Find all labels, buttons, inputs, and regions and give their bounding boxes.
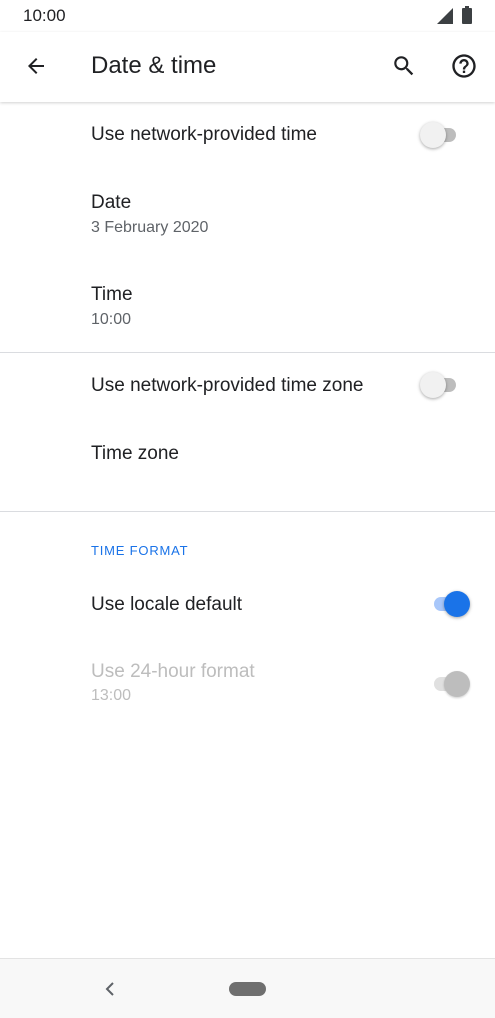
time-summary: 10:00 xyxy=(91,311,132,328)
network-zone-title: Use network-provided time zone xyxy=(91,375,364,396)
search-icon xyxy=(394,56,414,76)
switch-thumb xyxy=(420,372,446,398)
status-time: 10:00 xyxy=(23,6,66,25)
home-pill[interactable] xyxy=(229,982,266,996)
arrow-back-icon xyxy=(28,58,44,74)
nav-back-button[interactable] xyxy=(98,977,122,1001)
switch-thumb xyxy=(420,122,446,148)
time-zone-row[interactable]: Time zone xyxy=(0,421,495,489)
back-button[interactable] xyxy=(18,48,54,84)
locale-default-switch[interactable] xyxy=(430,591,470,617)
locale-default-title: Use locale default xyxy=(91,594,243,615)
date-row[interactable]: Date 3 February 2020 xyxy=(0,172,495,262)
hour24-switch xyxy=(430,671,470,697)
network-zone-row[interactable]: Use network-provided time zone xyxy=(0,353,495,421)
signal-icon xyxy=(437,8,453,24)
time-row[interactable]: Time 10:00 xyxy=(0,262,495,352)
hour24-title: Use 24-hour format xyxy=(91,661,255,682)
page-title: Date & time xyxy=(91,52,217,79)
divider xyxy=(0,511,495,512)
section-header-time-format: TIME FORMAT xyxy=(91,543,189,558)
network-zone-switch[interactable] xyxy=(420,372,460,398)
hour24-summary: 13:00 xyxy=(91,687,132,704)
locale-default-row[interactable]: Use locale default xyxy=(0,570,495,638)
help-button[interactable] xyxy=(446,48,482,84)
help-icon xyxy=(452,54,476,78)
status-bar: 10:00 xyxy=(0,0,495,32)
app-bar: Date & time xyxy=(0,32,495,102)
search-button[interactable] xyxy=(386,48,422,84)
switch-thumb xyxy=(444,671,470,697)
network-time-switch[interactable] xyxy=(420,122,460,148)
switch-thumb xyxy=(444,591,470,617)
nav-back-icon xyxy=(105,982,114,996)
battery-icon xyxy=(462,6,472,24)
network-time-row[interactable]: Use network-provided time xyxy=(0,102,495,170)
network-time-title: Use network-provided time xyxy=(91,124,317,145)
date-summary: 3 February 2020 xyxy=(91,219,209,236)
date-title: Date xyxy=(91,192,132,213)
time-title: Time xyxy=(91,284,133,305)
hour24-row: Use 24-hour format 13:00 xyxy=(0,640,495,730)
navigation-bar xyxy=(0,958,495,1018)
time-zone-title: Time zone xyxy=(91,443,179,464)
